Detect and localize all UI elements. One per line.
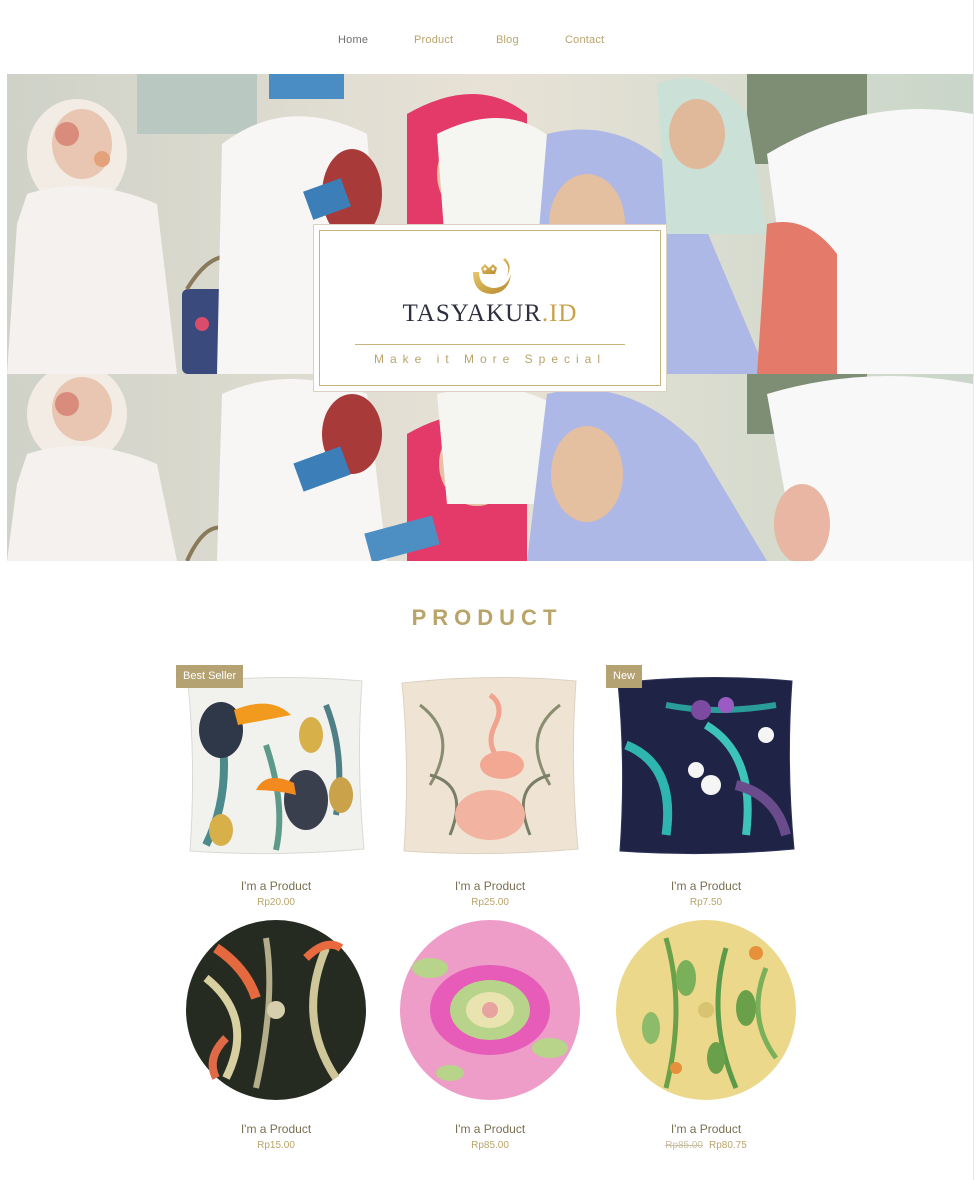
product-name[interactable]: I'm a Product: [176, 1122, 376, 1136]
product-name[interactable]: I'm a Product: [176, 879, 376, 893]
badge-best-seller: Best Seller: [176, 665, 244, 688]
product-price: Rp15.00: [257, 1140, 295, 1151]
brand-tagline: Make it More Special: [373, 352, 607, 366]
product-price: Rp7.50: [689, 897, 723, 908]
pink-ikat-round-pillow-image[interactable]: [390, 908, 590, 1108]
product-section-title: PRODUCT: [411, 605, 563, 630]
product-name[interactable]: I'm a Product: [606, 879, 806, 893]
hero-photo-bottom: [7, 374, 973, 561]
nav-home-link[interactable]: Home: [338, 34, 368, 46]
nav-product-link[interactable]: Product: [414, 34, 453, 46]
brand-name: TASYAKUR.ID: [315, 300, 665, 328]
logo-divider: [355, 344, 625, 345]
brand-suffix: .ID: [541, 300, 578, 327]
product-name[interactable]: I'm a Product: [606, 1122, 806, 1136]
top-navigation: Home Product Blog Contact: [0, 0, 974, 74]
product-price: Rp85.00: [471, 1140, 509, 1151]
product-old-price: Rp85.00: [665, 1140, 703, 1151]
brand-logo-card: TASYAKUR.ID Make it More Special: [314, 225, 666, 391]
product-price: Rp85.00 Rp80.75: [606, 1140, 806, 1151]
nav-contact-link[interactable]: Contact: [565, 34, 604, 46]
orchid-tropical-square-pillow-image[interactable]: [606, 665, 806, 865]
product-price: Rp20.00: [257, 897, 295, 908]
yellow-botanical-round-pillow-image[interactable]: [606, 908, 806, 1108]
toucan-pineapple-square-pillow-image[interactable]: [176, 665, 376, 865]
product-name[interactable]: I'm a Product: [390, 1122, 590, 1136]
badge-new: New: [606, 665, 643, 688]
gold-crescent-crown-logo-icon: [467, 252, 515, 300]
flamingo-palm-square-pillow-image[interactable]: [390, 665, 590, 865]
product-name[interactable]: I'm a Product: [390, 879, 590, 893]
brand-main: TASYAKUR: [402, 300, 542, 327]
product-sale-price: Rp80.75: [709, 1140, 747, 1151]
nav-blog-link[interactable]: Blog: [496, 34, 519, 46]
product-price: Rp25.00: [471, 897, 509, 908]
bird-of-paradise-round-pillow-image[interactable]: [176, 908, 376, 1108]
